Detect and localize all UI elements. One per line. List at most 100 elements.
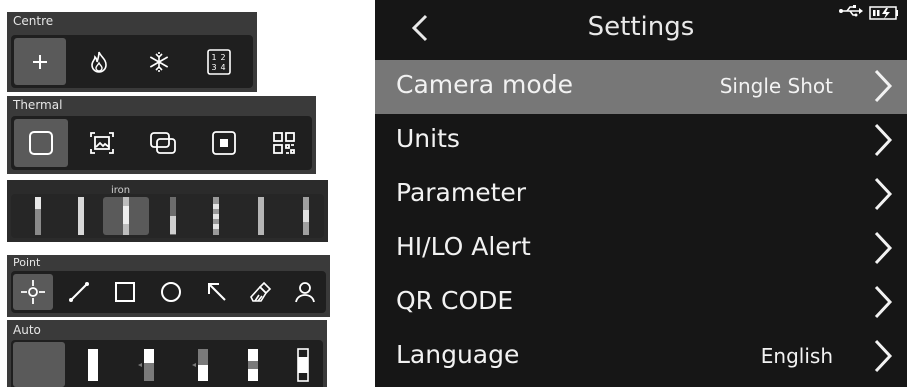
hot-button[interactable] xyxy=(73,38,125,85)
svg-text:3: 3 xyxy=(211,63,216,72)
range-mid-button[interactable] xyxy=(235,342,271,387)
range-upper-button[interactable] xyxy=(127,342,167,387)
battery-charging-icon xyxy=(869,6,898,20)
settings-item-label: QR CODE xyxy=(396,286,514,315)
point-tool-button[interactable] xyxy=(13,274,53,310)
gradient-bar-icon xyxy=(258,197,264,235)
numbers-button[interactable]: 1 2 3 4 xyxy=(193,38,245,85)
palette-panel: iron xyxy=(7,180,328,242)
settings-title: Settings xyxy=(587,12,695,42)
rectangle-tool-button[interactable] xyxy=(107,274,143,310)
range-bar-icon xyxy=(248,348,258,381)
circle-icon xyxy=(161,282,181,302)
picture-in-picture-icon xyxy=(90,132,114,154)
thermal-mode-button[interactable] xyxy=(14,119,68,167)
add-button[interactable] xyxy=(14,38,66,85)
settings-item-label: Parameter xyxy=(396,178,527,207)
blend-button[interactable] xyxy=(136,119,190,167)
svg-text:1: 1 xyxy=(211,53,216,62)
centre-panel: Centre 1 2 3 4 xyxy=(7,12,257,92)
settings-item-units[interactable]: Units xyxy=(375,114,907,168)
settings-header: Settings xyxy=(375,0,907,58)
settings-item-label: Language xyxy=(396,340,520,369)
gradient-bar-icon xyxy=(35,197,41,235)
circle-tool-button[interactable] xyxy=(153,274,189,310)
range-bar-icon xyxy=(297,347,309,382)
blank-range-icon xyxy=(34,347,44,383)
thermal-panel: Thermal xyxy=(7,96,316,174)
centre-toolbar: 1 2 3 4 xyxy=(11,35,253,88)
qr-button[interactable] xyxy=(257,119,311,167)
usb-icon xyxy=(839,5,863,17)
palette-swatch[interactable] xyxy=(23,197,53,235)
chevron-right-icon xyxy=(874,339,893,373)
palette-swatch[interactable] xyxy=(158,197,188,235)
auto-toolbar xyxy=(11,340,323,387)
palette-swatch[interactable] xyxy=(246,197,276,235)
add-icon xyxy=(33,54,47,69)
palette-swatch[interactable] xyxy=(291,197,321,235)
point-toolbar xyxy=(11,271,326,313)
palette-swatch[interactable] xyxy=(66,197,96,235)
chevron-right-icon xyxy=(874,177,893,211)
gradient-bar-icon xyxy=(213,197,219,235)
auto-panel: Auto xyxy=(7,320,327,387)
chevron-right-icon xyxy=(874,123,893,157)
framed-square-icon xyxy=(212,131,236,155)
range-bar-icon xyxy=(138,348,154,381)
range-full-button[interactable] xyxy=(75,342,111,387)
thermal-toolbar xyxy=(11,116,312,170)
rectangle-icon xyxy=(115,282,135,302)
range-bar-icon xyxy=(192,348,208,381)
line-icon xyxy=(69,282,89,302)
settings-item-parameter[interactable]: Parameter xyxy=(375,168,907,222)
range-lower-button[interactable] xyxy=(181,342,221,387)
gradient-bar-icon xyxy=(303,197,309,235)
gradient-bar-icon xyxy=(78,197,84,235)
eraser-icon xyxy=(250,281,272,302)
settings-screen: Settings Camera mode Single Shot Units P… xyxy=(375,0,907,387)
gradient-bar-icon xyxy=(170,197,176,235)
auto-label: Auto xyxy=(13,323,41,337)
svg-text:2: 2 xyxy=(220,53,225,62)
clear-tool-button[interactable] xyxy=(243,274,279,310)
chevron-right-icon xyxy=(874,69,893,103)
framed-button[interactable] xyxy=(197,119,251,167)
settings-item-camera-mode[interactable]: Camera mode Single Shot xyxy=(375,60,907,114)
person-tool-button[interactable] xyxy=(287,274,323,310)
picture-in-picture-button[interactable] xyxy=(75,119,129,167)
settings-item-value: Single Shot xyxy=(719,74,833,98)
settings-item-label: Units xyxy=(396,124,460,153)
palette-swatch-iron[interactable] xyxy=(103,197,149,235)
range-split-button[interactable] xyxy=(285,342,321,387)
settings-item-language[interactable]: Language English xyxy=(375,330,907,384)
cold-button[interactable] xyxy=(133,38,185,85)
settings-item-hi-lo-alert[interactable]: HI/LO Alert xyxy=(375,222,907,276)
palette-toolbar xyxy=(11,194,324,238)
chevron-right-icon xyxy=(874,285,893,319)
settings-item-qr-code[interactable]: QR CODE xyxy=(375,276,907,330)
chevron-right-icon xyxy=(874,231,893,265)
settings-item-label: Camera mode xyxy=(396,70,573,99)
palette-swatch[interactable] xyxy=(201,197,231,235)
auto-mode-button[interactable] xyxy=(13,342,65,387)
svg-text:4: 4 xyxy=(220,63,225,72)
settings-item-label: HI/LO Alert xyxy=(396,232,531,261)
arrow-tool-button[interactable] xyxy=(199,274,235,310)
point-panel: Point xyxy=(7,255,330,317)
crosshair-icon xyxy=(21,280,45,304)
flame-icon xyxy=(91,51,107,73)
snowflake-icon xyxy=(149,51,169,72)
qr-icon xyxy=(273,132,295,154)
centre-label: Centre xyxy=(13,14,54,28)
gradient-bar-icon xyxy=(123,197,129,235)
line-tool-button[interactable] xyxy=(61,274,97,310)
settings-item-value: English xyxy=(760,344,833,368)
thermal-label: Thermal xyxy=(13,98,63,112)
grid-numbers-icon: 1 2 3 4 xyxy=(207,48,231,75)
square-icon xyxy=(29,131,53,155)
overlap-icon xyxy=(150,132,176,154)
point-label: Point xyxy=(13,256,41,269)
arrow-icon xyxy=(208,283,226,301)
range-bar-icon xyxy=(88,348,98,381)
